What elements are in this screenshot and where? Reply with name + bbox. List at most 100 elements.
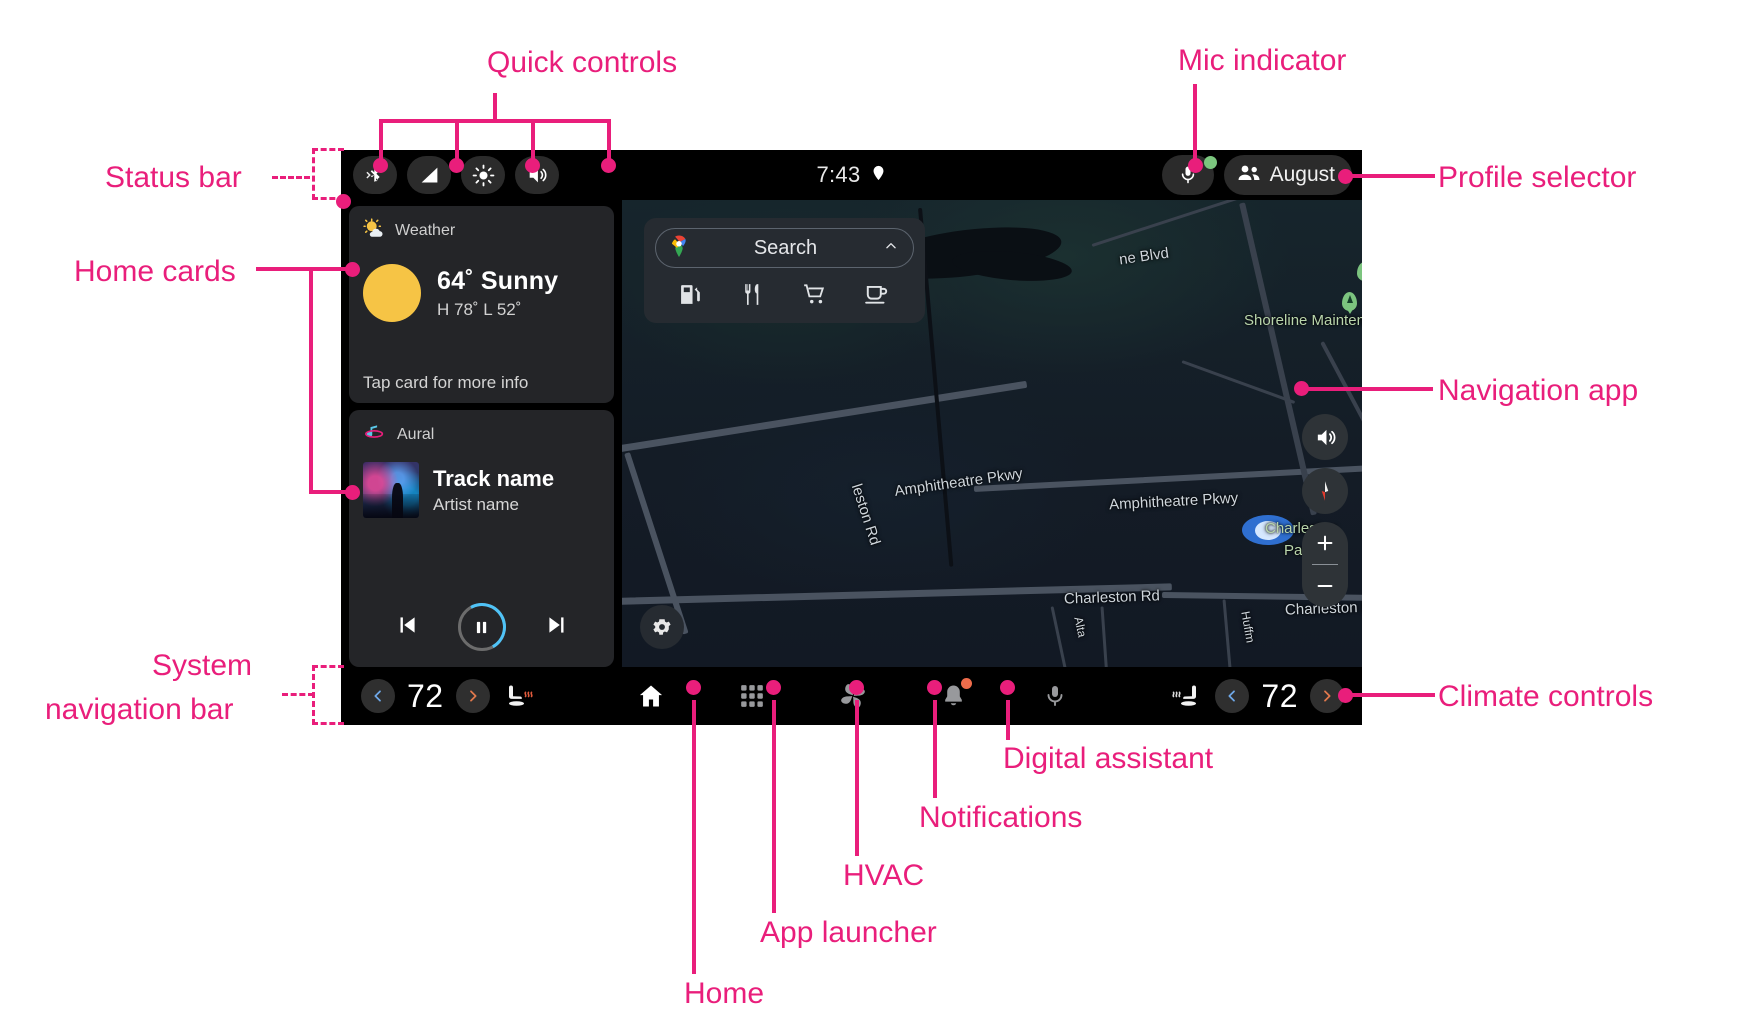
status-bar: 7:43 August <box>341 150 1362 200</box>
weather-app-name: Weather <box>395 222 456 239</box>
annotation-home: Home <box>684 977 765 1010</box>
media-card[interactable]: Aural Track name Artist name <box>349 410 614 667</box>
car-head-unit-screen: 7:43 August Weather 64˚ Sunny H 78˚ L 52… <box>341 150 1362 725</box>
temp-decrease-button-right[interactable] <box>1215 679 1250 713</box>
home-button[interactable] <box>634 679 668 713</box>
map-shortcuts <box>655 281 914 314</box>
annotation-hvac: HVAC <box>843 859 925 892</box>
annotation-system-nav-bar-line1: System <box>152 649 253 682</box>
annotation-dot <box>345 485 360 500</box>
annotation-leader <box>493 93 497 121</box>
home-cards: Weather 64˚ Sunny H 78˚ L 52˚ Tap card f… <box>341 200 622 667</box>
status-bar-right: August <box>1161 150 1352 200</box>
map-volume-button[interactable] <box>1302 414 1348 460</box>
annotation-home-cards: Home cards <box>74 255 236 288</box>
annotated-diagram: 7:43 August Weather 64˚ Sunny H 78˚ L 52… <box>0 0 1741 1035</box>
weather-current: 64˚ Sunny H 78˚ L 52˚ <box>363 264 600 322</box>
annotation-dot <box>1338 688 1353 703</box>
annotation-profile-selector: Profile selector <box>1438 161 1637 194</box>
annotation-dot <box>1338 169 1353 184</box>
coffee-icon[interactable] <box>864 281 890 312</box>
annotation-leader <box>256 267 352 271</box>
annotation-dot <box>686 680 701 695</box>
annotation-status-bar: Status bar <box>105 161 242 194</box>
annotation-dot <box>1188 158 1203 173</box>
search-input[interactable]: Search <box>655 228 914 268</box>
annotation-leader <box>1305 387 1433 391</box>
annotation-quick-controls: Quick controls <box>487 46 678 79</box>
annotation-leader <box>1345 174 1435 178</box>
annotation-leader <box>692 700 696 974</box>
temp-increase-button-left[interactable] <box>455 679 490 713</box>
annotation-dot <box>525 158 540 173</box>
weather-high-low: H 78˚ L 52˚ <box>437 299 522 319</box>
people-icon <box>1237 164 1261 187</box>
mic-active-dot <box>1203 156 1217 169</box>
google-maps-pin-icon <box>668 234 690 263</box>
media-now-playing: Track name Artist name <box>363 462 600 518</box>
media-app-name: Aural <box>397 426 435 443</box>
notification-badge <box>960 678 972 689</box>
annotation-leader <box>309 490 349 494</box>
restaurant-icon[interactable] <box>740 282 765 312</box>
map-compass-button[interactable] <box>1302 468 1348 514</box>
zoom-in-button[interactable] <box>1302 522 1348 564</box>
temperature-value-right: 72 <box>1261 677 1298 714</box>
weather-temperature: 64˚ Sunny <box>437 266 559 295</box>
annotation-leader <box>282 693 314 696</box>
annotation-leader <box>772 700 776 913</box>
gas-station-icon[interactable] <box>679 282 704 312</box>
track-name: Track name <box>433 465 555 491</box>
assistant-button[interactable] <box>1038 679 1072 713</box>
profile-name: August <box>1269 163 1335 186</box>
pause-button[interactable] <box>457 603 506 651</box>
skip-previous-button[interactable] <box>394 612 420 643</box>
map-controls <box>1302 414 1348 607</box>
map-settings-button[interactable] <box>640 605 684 649</box>
heated-seat-icon-right[interactable] <box>1171 682 1203 710</box>
climate-controls: 72 <box>1171 678 1344 715</box>
mic-indicator[interactable] <box>1161 155 1217 195</box>
home-content: Weather 64˚ Sunny H 78˚ L 52˚ Tap card f… <box>341 200 1362 667</box>
annotation-bracket-system-nav <box>312 665 344 725</box>
signal-icon[interactable] <box>407 156 451 194</box>
clock: 7:43 <box>816 162 861 187</box>
annotation-dot <box>336 194 351 209</box>
weather-card-header: Weather <box>363 217 600 244</box>
annotation-dot <box>601 158 616 173</box>
annotation-leader <box>933 700 937 798</box>
annotation-navigation-app: Navigation app <box>1438 374 1639 407</box>
zoom-out-button[interactable] <box>1302 565 1348 607</box>
sun-graphic <box>363 264 421 322</box>
grocery-cart-icon[interactable] <box>802 281 828 312</box>
temp-decrease-button-left[interactable] <box>361 679 395 713</box>
map-pin[interactable] <box>1342 292 1357 311</box>
system-navigation-bar: 72 72 <box>341 667 1362 725</box>
annotation-dot <box>1294 381 1309 396</box>
annotation-dot <box>449 158 464 173</box>
annotation-notifications: Notifications <box>919 801 1083 834</box>
weather-card-footer: Tap card for more info <box>363 373 529 392</box>
annotation-dot <box>849 680 864 695</box>
skip-next-button[interactable] <box>544 612 570 643</box>
heated-seat-icon-left[interactable] <box>502 682 534 710</box>
annotation-leader <box>1193 84 1197 164</box>
app-launcher-button[interactable] <box>735 679 769 713</box>
annotation-dot <box>373 158 388 173</box>
annotation-digital-assistant: Digital assistant <box>1003 742 1214 775</box>
climate-controls-left: 72 <box>361 678 534 715</box>
map-label: Charleston Rd <box>1063 587 1161 608</box>
location-pin-icon <box>870 163 887 188</box>
annotation-leader <box>855 700 859 856</box>
chevron-up-icon[interactable] <box>881 239 901 258</box>
profile-selector[interactable]: August <box>1223 155 1352 195</box>
search-placeholder: Search <box>753 236 818 259</box>
artist-name: Artist name <box>433 494 519 514</box>
annotation-leader <box>272 176 310 179</box>
weather-card[interactable]: Weather 64˚ Sunny H 78˚ L 52˚ Tap card f… <box>349 206 614 403</box>
annotation-bracket-status-bar <box>312 148 344 200</box>
temperature-value-left: 72 <box>407 677 444 714</box>
zoom-controls <box>1302 522 1348 607</box>
brightness-icon[interactable] <box>461 156 505 194</box>
navigation-app[interactable]: ne BlvdKite LotKite Flying ArShoreline M… <box>622 200 1362 667</box>
